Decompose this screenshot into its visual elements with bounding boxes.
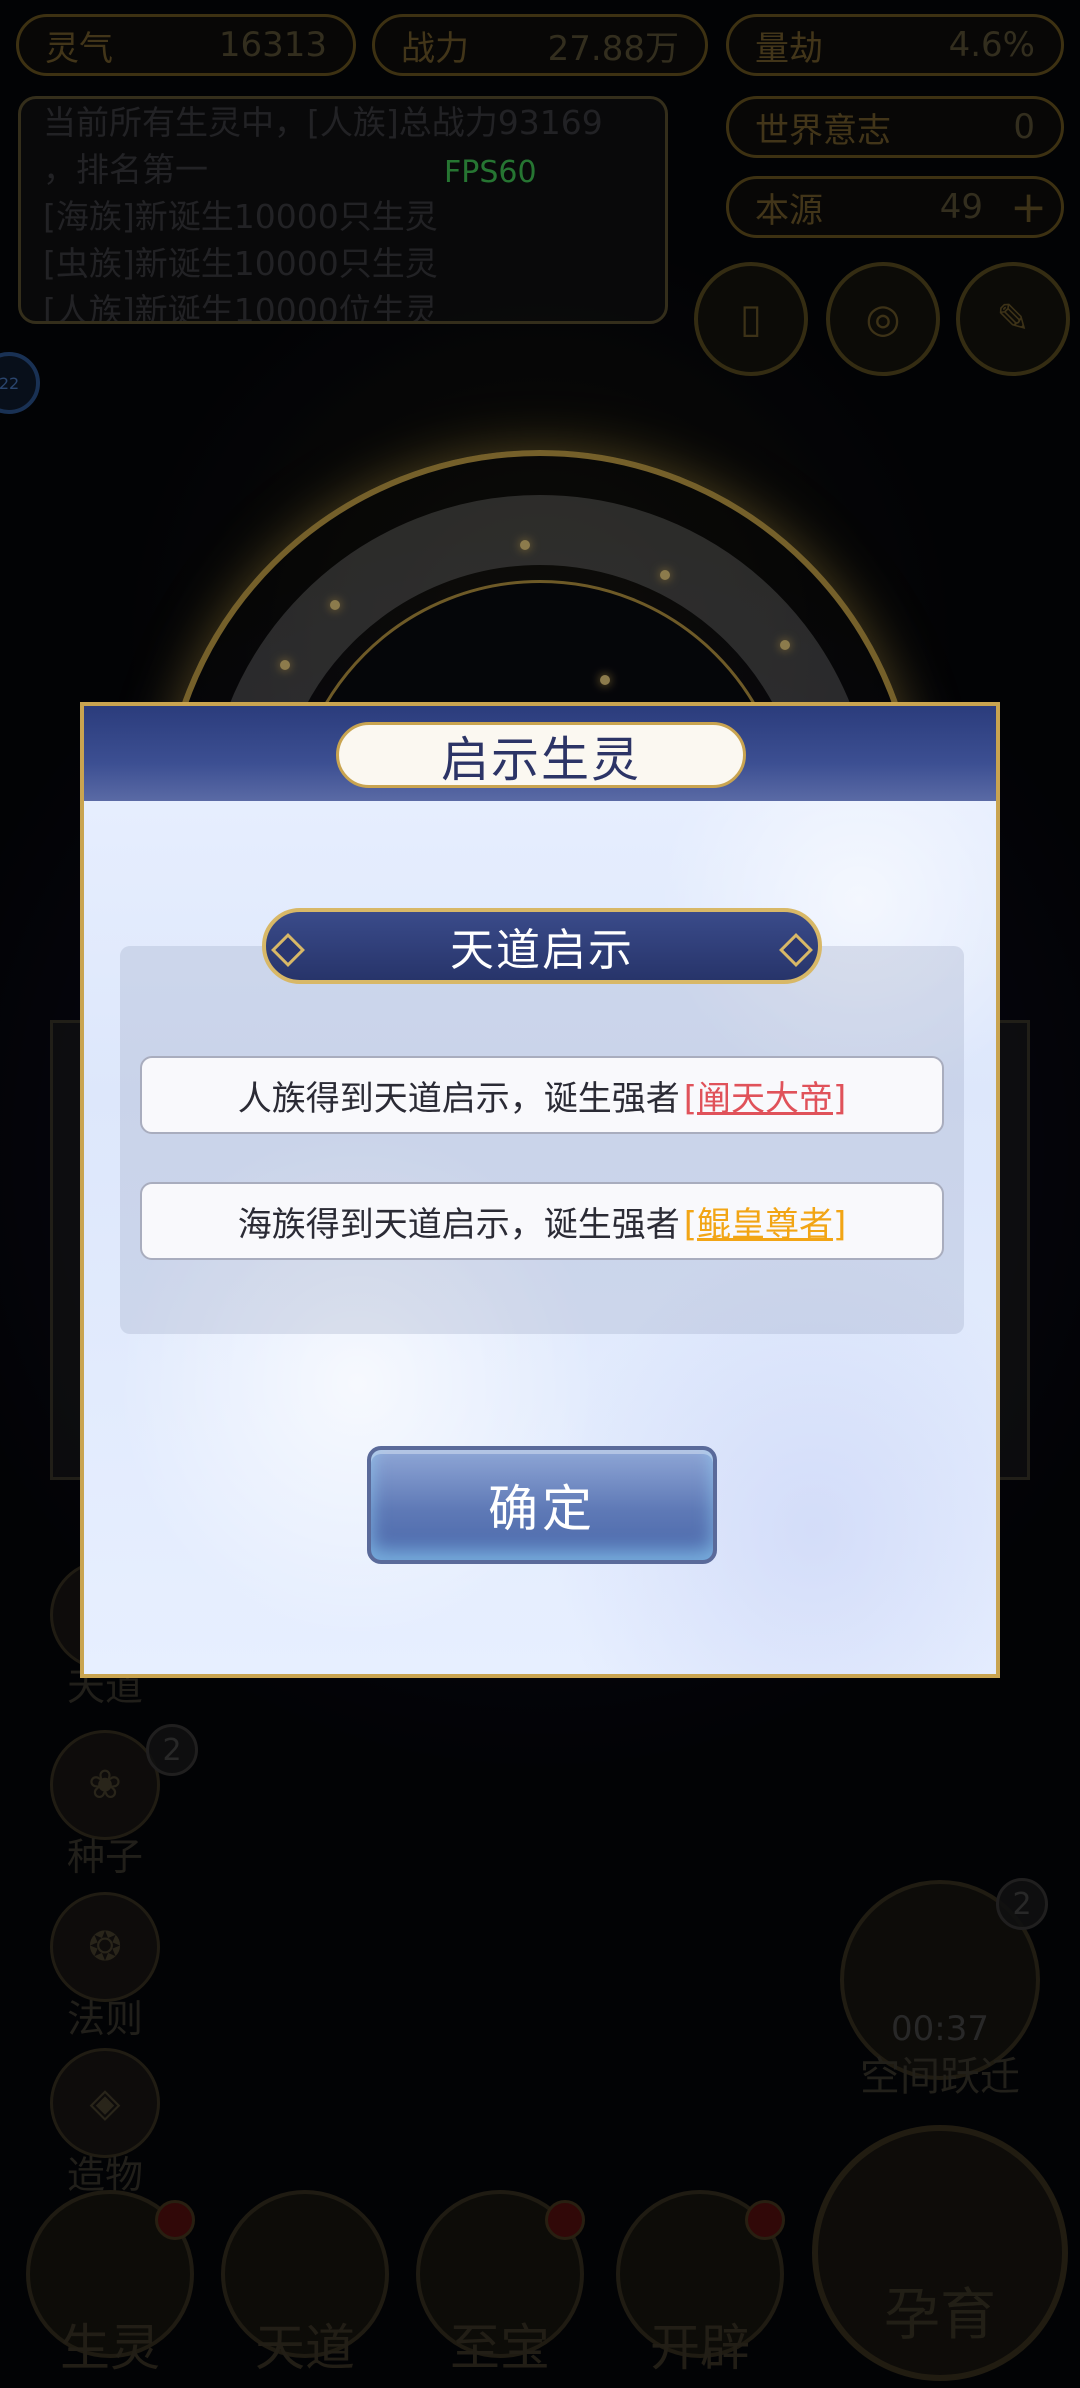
- banner-text: 天道启示: [450, 925, 634, 976]
- hero-name-link[interactable]: [鲲皇尊者]: [684, 1197, 847, 1246]
- message-text: 海族得到天道启示，诞生强者: [237, 1204, 680, 1245]
- revelation-banner: 天道启示: [262, 908, 822, 984]
- diamond-ornament-icon: [779, 933, 813, 967]
- confirm-button[interactable]: 确定: [367, 1446, 717, 1564]
- diamond-ornament-icon: [271, 933, 305, 967]
- message-row: 人族得到天道启示，诞生强者 [阐天大帝]: [140, 1056, 944, 1134]
- message-row: 海族得到天道启示，诞生强者 [鲲皇尊者]: [140, 1182, 944, 1260]
- message-panel: [120, 946, 964, 1334]
- message-text: 人族得到天道启示，诞生强者: [237, 1078, 680, 1119]
- dialog-title: 启示生灵: [336, 722, 746, 788]
- revelation-dialog: 启示生灵 天道启示 人族得到天道启示，诞生强者 [阐天大帝] 海族得到天道启示，…: [80, 702, 1000, 1678]
- hero-name-link[interactable]: [阐天大帝]: [684, 1071, 847, 1120]
